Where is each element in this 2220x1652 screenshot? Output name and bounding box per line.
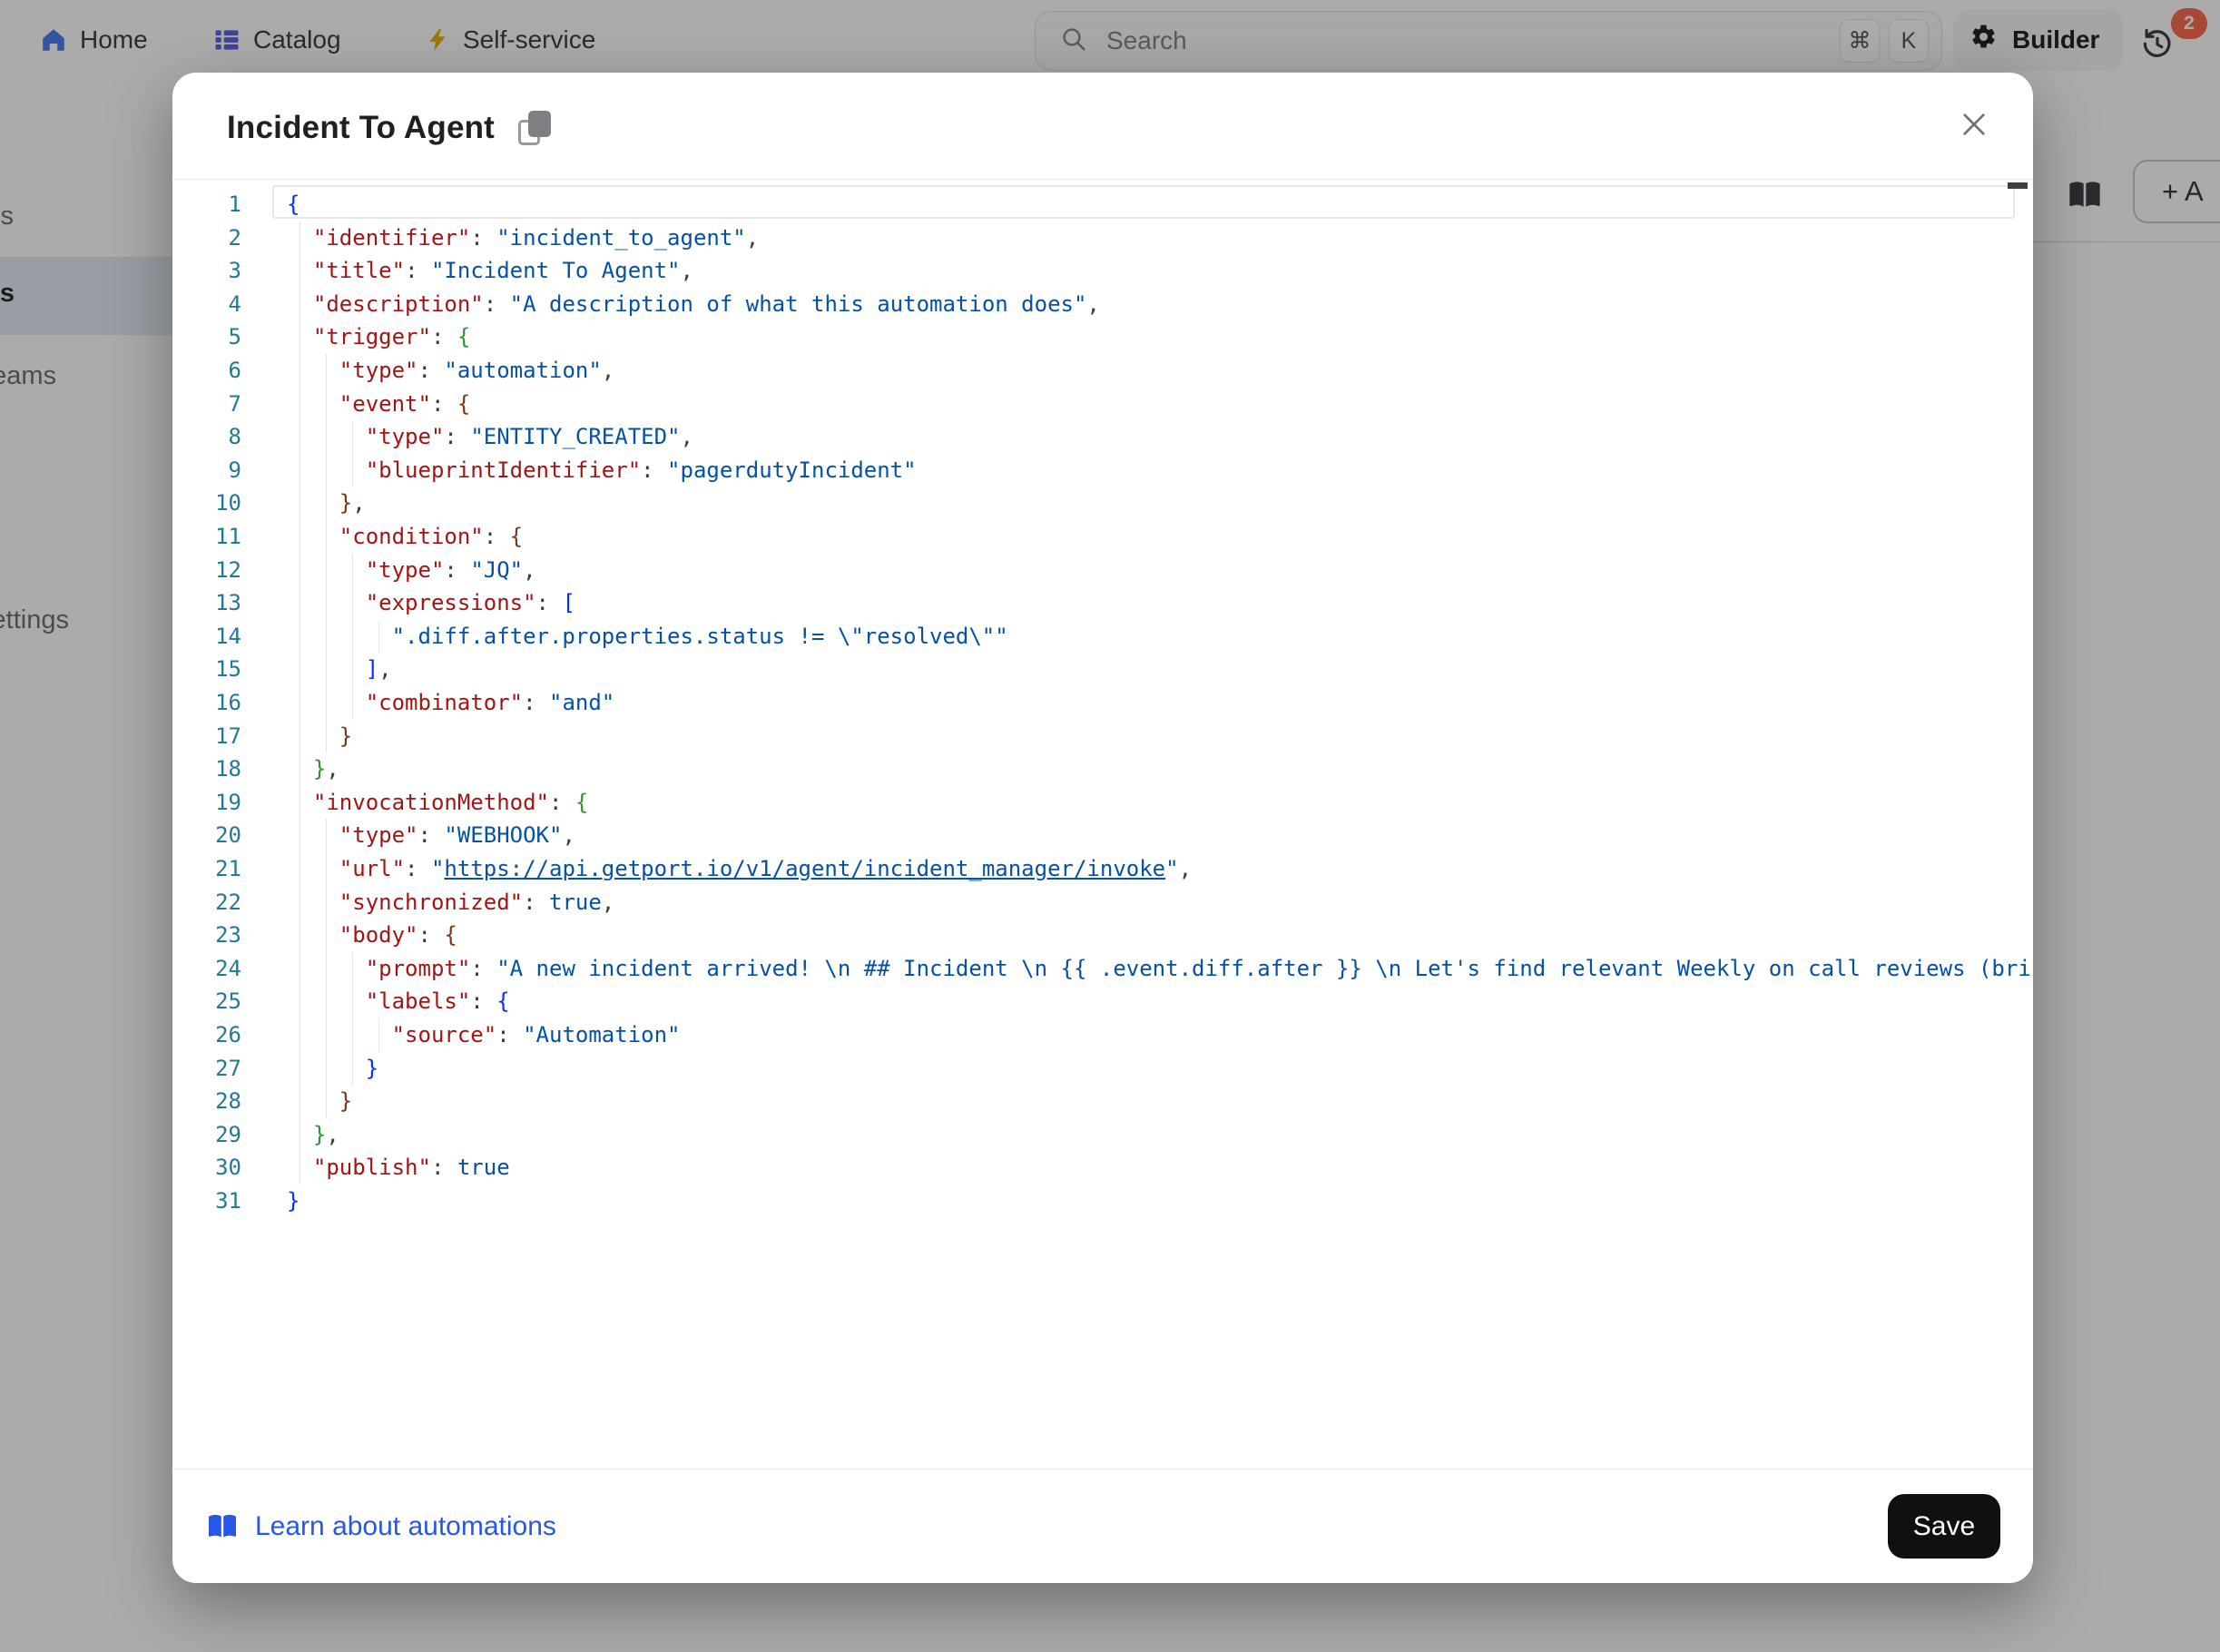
- line-number: 25: [172, 985, 241, 1018]
- line-number: 24: [172, 952, 241, 986]
- line-number: 31: [172, 1185, 241, 1218]
- code-line[interactable]: 12 "type": "JQ",: [172, 554, 2033, 587]
- code-line[interactable]: 4 "description": "A description of what …: [172, 288, 2033, 321]
- line-number: 12: [172, 554, 241, 587]
- line-number: 13: [172, 586, 241, 620]
- code-line[interactable]: 11 "condition": {: [172, 520, 2033, 554]
- line-number: 15: [172, 653, 241, 686]
- line-number: 30: [172, 1151, 241, 1185]
- line-number: 17: [172, 720, 241, 753]
- code-line[interactable]: 7 "event": {: [172, 388, 2033, 421]
- code-line[interactable]: 18 },: [172, 752, 2033, 786]
- line-number: 28: [172, 1085, 241, 1118]
- code-line[interactable]: 23 "body": {: [172, 919, 2033, 952]
- close-icon[interactable]: [1957, 107, 1991, 142]
- book-icon: [206, 1510, 239, 1543]
- code-line[interactable]: 2 "identifier": "incident_to_agent",: [172, 221, 2033, 255]
- line-number: 11: [172, 520, 241, 554]
- code-line[interactable]: 1{: [172, 188, 2033, 221]
- code-line[interactable]: 31}: [172, 1185, 2033, 1218]
- line-number: 21: [172, 852, 241, 886]
- page: Home Catalog Self-service ⌘: [0, 0, 2220, 1652]
- code-line[interactable]: 25 "labels": {: [172, 985, 2033, 1018]
- overview-ruler-cursor: [2008, 182, 2028, 189]
- code-line[interactable]: 8 "type": "ENTITY_CREATED",: [172, 420, 2033, 454]
- line-number: 23: [172, 919, 241, 952]
- automation-dialog: Incident To Agent 1{2 "identifier": "inc…: [172, 73, 2033, 1583]
- line-number: 16: [172, 686, 241, 720]
- copy-icon[interactable]: [518, 111, 551, 145]
- modal-footer: Learn about automations Save: [172, 1469, 2033, 1583]
- line-number: 7: [172, 388, 241, 421]
- code-line[interactable]: 14 ".diff.after.properties.status != \"r…: [172, 620, 2033, 654]
- code-line[interactable]: 21 "url": "https://api.getport.io/v1/age…: [172, 852, 2033, 886]
- code-line[interactable]: 9 "blueprintIdentifier": "pagerdutyIncid…: [172, 454, 2033, 487]
- code-line[interactable]: 20 "type": "WEBHOOK",: [172, 819, 2033, 852]
- code-line[interactable]: 19 "invocationMethod": {: [172, 786, 2033, 820]
- code-line[interactable]: 27 }: [172, 1052, 2033, 1086]
- code-line[interactable]: 16 "combinator": "and": [172, 686, 2033, 720]
- modal-header: Incident To Agent: [227, 105, 551, 151]
- line-number: 4: [172, 288, 241, 321]
- modal-title: Incident To Agent: [227, 110, 495, 146]
- line-number: 18: [172, 752, 241, 786]
- code-line[interactable]: 15 ],: [172, 653, 2033, 686]
- line-number: 27: [172, 1052, 241, 1086]
- code-line[interactable]: 17 }: [172, 720, 2033, 753]
- line-number: 19: [172, 786, 241, 820]
- code-line[interactable]: 6 "type": "automation",: [172, 354, 2033, 388]
- line-number: 22: [172, 886, 241, 919]
- line-number: 26: [172, 1018, 241, 1052]
- code-line[interactable]: 30 "publish": true: [172, 1151, 2033, 1185]
- code-line[interactable]: 13 "expressions": [: [172, 586, 2033, 620]
- learn-about-automations-link[interactable]: Learn about automations: [206, 1510, 556, 1543]
- learn-link-label: Learn about automations: [255, 1511, 556, 1542]
- code-line[interactable]: 22 "synchronized": true,: [172, 886, 2033, 919]
- line-number: 1: [172, 188, 241, 221]
- line-number: 14: [172, 620, 241, 654]
- code-line[interactable]: 26 "source": "Automation": [172, 1018, 2033, 1052]
- save-button[interactable]: Save: [1888, 1494, 2000, 1559]
- code-line[interactable]: 24 "prompt": "A new incident arrived! \n…: [172, 952, 2033, 986]
- line-number: 10: [172, 487, 241, 520]
- line-number: 29: [172, 1118, 241, 1152]
- json-editor[interactable]: 1{2 "identifier": "incident_to_agent",3 …: [172, 179, 2033, 1470]
- line-number: 3: [172, 254, 241, 288]
- line-number: 9: [172, 454, 241, 487]
- code-line[interactable]: 10 },: [172, 487, 2033, 520]
- code-line[interactable]: 5 "trigger": {: [172, 320, 2033, 354]
- line-number: 6: [172, 354, 241, 388]
- line-number: 20: [172, 819, 241, 852]
- code-line[interactable]: 28 }: [172, 1085, 2033, 1118]
- code-line[interactable]: 3 "title": "Incident To Agent",: [172, 254, 2033, 288]
- line-number: 2: [172, 221, 241, 255]
- line-number: 5: [172, 320, 241, 354]
- line-number: 8: [172, 420, 241, 454]
- code-line[interactable]: 29 },: [172, 1118, 2033, 1152]
